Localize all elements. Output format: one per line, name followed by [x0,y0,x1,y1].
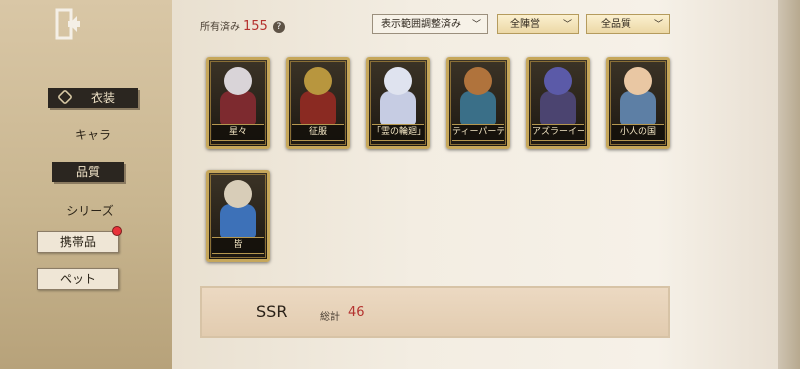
card-label: アズラーイール [532,124,584,141]
sidebar-item-label: キャラ [74,128,111,142]
card-label: 皆 [212,237,264,254]
costume-category-icon [57,89,73,105]
costume-portrait-body [220,204,256,238]
card-label: 征服 [292,124,344,141]
sidebar-item-costume[interactable]: 衣装 [48,88,138,108]
sidebar-item-series[interactable]: シリーズ [48,202,132,220]
sidebar-item-label: ペット [59,272,96,286]
help-icon[interactable]: ? [272,21,285,33]
notification-dot [112,226,122,236]
card-label: 星々 [212,124,264,141]
rarity-label: SSR [256,302,288,321]
costume-portrait-icon [304,67,332,95]
costume-card[interactable]: ティーパーティー [446,57,510,149]
sidebar-item-label: 衣装 [90,91,115,105]
sidebar-item-pet[interactable]: ペット [37,268,119,290]
quality-filter-dropdown[interactable]: 全品質 ﹀ [586,14,670,34]
total-label: 総計 [320,312,340,323]
costume-portrait-icon [624,67,652,95]
sidebar-item-character[interactable]: キャラ [48,126,138,144]
chevron-down-icon: ﹀ [653,20,663,30]
costume-portrait-icon [464,67,492,95]
page-edge [778,0,800,369]
chevron-down-icon: ﹀ [471,20,481,30]
card-label: ティーパーティー [452,124,504,141]
costume-portrait-body [220,91,256,125]
camp-filter-dropdown[interactable]: 全陣営 ﹀ [497,14,579,34]
costume-portrait-body [620,91,656,125]
sidebar: 衣装 キャラ 品質 シリーズ 携帯品 ペット [0,0,172,369]
sidebar-item-label: 品質 [75,165,100,179]
costume-portrait-icon [224,180,252,208]
sidebar-item-label: シリーズ [66,204,114,218]
costume-card[interactable]: 星々 [206,57,270,149]
exit-icon[interactable] [55,8,81,40]
owned-count: 所有済み 155? [200,18,285,34]
costume-portrait-body [380,91,416,125]
costume-portrait-body [540,91,576,125]
display-range-dropdown[interactable]: 表示範囲調整済み ﹀ [372,14,488,34]
costume-card[interactable]: 小人の国 [606,57,670,149]
costume-card[interactable]: アズラーイール [526,57,590,149]
costume-portrait-icon [384,67,412,95]
costume-card[interactable]: 征服 [286,57,350,149]
card-label: 小人の国 [612,124,664,141]
sidebar-item-label: 携帯品 [59,235,96,249]
costume-portrait-body [300,91,336,125]
owned-count-value: 155 [243,19,268,34]
costume-card[interactable]: 「霊の輪廻」 [366,57,430,149]
costume-portrait-body [460,91,496,125]
sidebar-item-accessory[interactable]: 携帯品 [37,231,119,253]
card-label: 「霊の輪廻」 [372,124,424,141]
rarity-summary: SSR 総計 46 [200,286,670,338]
costume-card[interactable]: 皆 [206,170,270,262]
sidebar-item-quality[interactable]: 品質 [52,162,124,182]
total-value: 46 [348,305,365,320]
costume-portrait-icon [544,67,572,95]
chevron-down-icon: ﹀ [562,20,572,30]
costume-portrait-icon [224,67,252,95]
